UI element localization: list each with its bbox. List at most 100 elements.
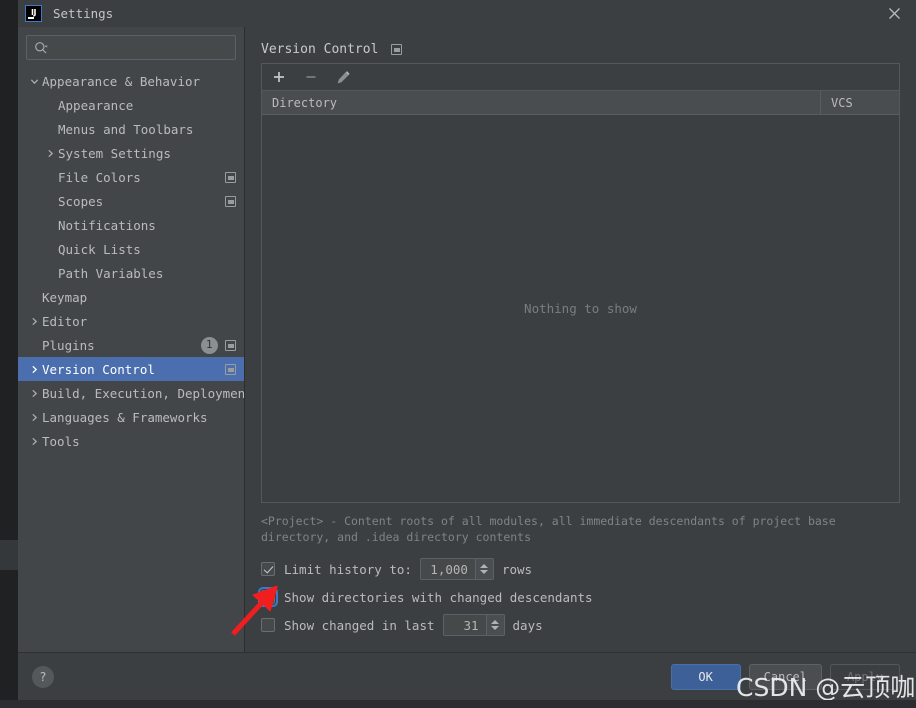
sidebar-item-label: Build, Execution, Deployment: [42, 385, 244, 401]
option-row: Show directories with changed descendant…: [258, 583, 900, 611]
help-icon[interactable]: ?: [32, 665, 54, 688]
settings-tree[interactable]: Appearance & Behavior Appearance Menus and…: [18, 66, 244, 652]
sidebar-item-label: Editor: [42, 313, 88, 329]
sidebar-item-notifications[interactable]: Notifications: [18, 213, 244, 237]
spinner-up-icon[interactable]: [480, 564, 489, 568]
search-field[interactable]: [26, 35, 236, 60]
search-container: [18, 27, 244, 66]
project-scope-icon[interactable]: [225, 363, 236, 375]
sidebar-item-label: Menus and Toolbars: [58, 121, 194, 137]
directory-mappings-panel: Directory VCS Nothing to show: [261, 63, 900, 503]
table-body: Nothing to show: [262, 115, 899, 502]
option-suffix-label: rows: [501, 561, 533, 577]
sidebar-item-label: Appearance: [58, 97, 134, 113]
sidebar-item-system-settings[interactable]: System Settings: [18, 141, 244, 165]
checkbox-show-directories-with-changed-descendants[interactable]: [258, 587, 278, 607]
sidebar-item-label: System Settings: [58, 145, 171, 161]
sidebar-item-plugins[interactable]: Plugins 1: [18, 333, 244, 357]
search-icon: [34, 41, 48, 55]
spinner[interactable]: 1,000: [419, 558, 494, 580]
spinner-buttons[interactable]: [474, 559, 493, 579]
chevron-right-icon[interactable]: [26, 437, 42, 446]
column-header-directory[interactable]: Directory: [262, 91, 821, 114]
sidebar-item-tools[interactable]: Tools: [18, 429, 244, 453]
table-toolbar: [262, 64, 899, 91]
logo-underline: [28, 17, 34, 19]
project-scope-icon[interactable]: [225, 339, 236, 351]
settings-dialog: IJ Settings Appearance & Behavior Appear…: [18, 0, 916, 700]
empty-state-text: Nothing to show: [524, 301, 637, 316]
chevron-right-icon[interactable]: [26, 389, 42, 398]
settings-sidebar: Appearance & Behavior Appearance Menus and…: [18, 27, 245, 652]
spinner-buttons[interactable]: [485, 615, 504, 635]
spinner-down-icon[interactable]: [480, 570, 489, 574]
option-suffix-label: days: [512, 617, 543, 633]
chevron-right-icon[interactable]: [26, 413, 42, 422]
sidebar-item-version-control[interactable]: Version Control: [18, 357, 244, 381]
remove-button[interactable]: [302, 68, 320, 86]
logo-text: IJ: [31, 7, 36, 17]
project-scope-icon[interactable]: [225, 171, 236, 183]
checkbox-limit-history-to[interactable]: [261, 562, 275, 576]
intellij-logo-icon: IJ: [25, 5, 42, 22]
edit-button[interactable]: [334, 68, 352, 86]
add-button[interactable]: [270, 68, 288, 86]
sidebar-item-label: Appearance & Behavior: [42, 73, 201, 89]
project-scope-icon[interactable]: [225, 195, 236, 207]
page-title: Version Control: [261, 41, 379, 57]
chevron-right-icon[interactable]: [42, 149, 58, 158]
apply-button[interactable]: Apply: [830, 663, 900, 690]
description-text: <Project> - Content roots of all modules…: [261, 514, 836, 544]
option-row: Limit history to: 1,000 rows: [261, 555, 900, 583]
sidebar-item-languages-frameworks[interactable]: Languages & Frameworks: [18, 405, 244, 429]
sidebar-item-label: Tools: [42, 433, 80, 449]
sidebar-item-path-variables[interactable]: Path Variables: [18, 261, 244, 285]
checkbox-show-changed-in-last[interactable]: [261, 618, 275, 632]
spinner-value[interactable]: 1,000: [420, 559, 475, 579]
sidebar-item-label: Version Control: [42, 361, 155, 377]
spinner-up-icon[interactable]: [491, 620, 500, 624]
sidebar-item-icons: [225, 189, 236, 213]
sidebar-item-label: Languages & Frameworks: [42, 409, 208, 425]
dialog-body: Appearance & Behavior Appearance Menus and…: [18, 27, 916, 652]
sidebar-item-label: Plugins: [42, 337, 95, 353]
chevron-right-icon[interactable]: [26, 365, 42, 374]
column-header-vcs[interactable]: VCS: [821, 91, 899, 114]
sidebar-item-icons: [225, 165, 236, 189]
sidebar-item-scopes[interactable]: Scopes: [18, 189, 244, 213]
option-row: Show changed in last 31 days: [261, 611, 900, 639]
sidebar-item-appearance-behavior[interactable]: Appearance & Behavior: [18, 69, 244, 93]
sidebar-item-icons: 1: [201, 333, 236, 357]
spinner[interactable]: 31: [442, 614, 505, 636]
dialog-footer: ? OK Cancel Apply: [18, 652, 916, 700]
chevron-down-icon[interactable]: [26, 77, 42, 86]
ok-button[interactable]: OK: [670, 663, 741, 690]
sidebar-item-file-colors[interactable]: File Colors: [18, 165, 244, 189]
sidebar-item-label: Keymap: [42, 289, 88, 305]
spinner-down-icon[interactable]: [491, 626, 500, 630]
sidebar-item-icons: [225, 357, 236, 381]
sidebar-item-label: Path Variables: [58, 265, 164, 281]
sidebar-item-keymap[interactable]: Keymap: [18, 285, 244, 309]
close-icon[interactable]: [872, 0, 916, 27]
desktop-background-strip: [0, 540, 18, 570]
chevron-right-icon[interactable]: [26, 317, 42, 326]
sidebar-item-label: File Colors: [58, 169, 141, 185]
cancel-button[interactable]: Cancel: [748, 663, 822, 690]
option-label: Show changed in last: [284, 617, 435, 633]
option-label: Limit history to:: [284, 561, 412, 577]
spinner-value[interactable]: 31: [443, 615, 486, 635]
sidebar-item-label: Scopes: [58, 193, 104, 209]
content-panel: Version Control Directory VCS Nothing to…: [245, 27, 916, 652]
sidebar-item-quick-lists[interactable]: Quick Lists: [18, 237, 244, 261]
sidebar-item-editor[interactable]: Editor: [18, 309, 244, 333]
desktop-bottom-strip: [0, 700, 916, 708]
title-bar: IJ Settings: [18, 0, 916, 27]
sidebar-item-build-execution-deployment[interactable]: Build, Execution, Deployment: [18, 381, 244, 405]
sidebar-item-appearance[interactable]: Appearance: [18, 93, 244, 117]
project-scope-icon[interactable]: [391, 43, 403, 55]
sidebar-item-menus-and-toolbars[interactable]: Menus and Toolbars: [18, 117, 244, 141]
search-input[interactable]: [52, 40, 222, 55]
sidebar-item-label: Notifications: [58, 217, 156, 233]
table-header-row: Directory VCS: [262, 91, 899, 115]
